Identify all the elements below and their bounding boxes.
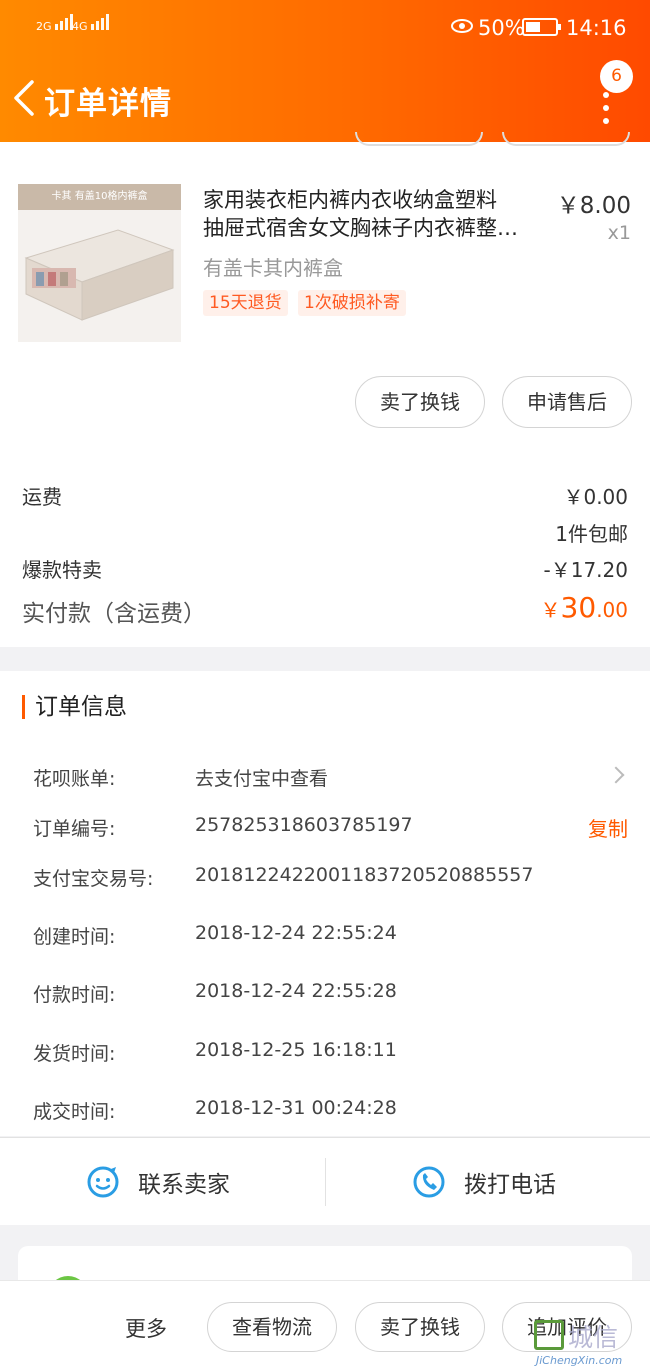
paid-time-label: 付款时间: <box>33 984 116 1006</box>
after-sales-button[interactable]: 申请售后 <box>502 376 632 428</box>
paid-time-value: 2018-12-24 22:55:28 <box>195 980 397 1002</box>
shipping-label: 运费 <box>22 485 62 509</box>
order-number-value: 257825318603785197 <box>195 814 413 836</box>
call-phone-label: 拨打电话 <box>464 1172 556 1198</box>
previous-pill-edge <box>355 132 483 146</box>
phone-icon <box>413 1166 445 1198</box>
completed-time-label: 成交时间: <box>33 1101 116 1123</box>
shipped-time-value: 2018-12-25 16:18:11 <box>195 1039 397 1061</box>
contact-bar: 联系卖家 拨打电话 <box>0 1137 650 1225</box>
order-info-section: 订单信息 花呗账单: 去支付宝中查看 订单编号: 257825318603785… <box>0 671 650 1136</box>
chat-bubble-icon <box>87 1166 119 1198</box>
network-type-label: 4G <box>72 20 88 33</box>
previous-pill-edge <box>502 132 630 146</box>
watermark-en: JiChengXin.com <box>536 1354 623 1367</box>
fee-summary: 运费 ￥0.00 1件包邮 爆款特卖 -￥17.20 实付款（含运费） ￥30.… <box>0 447 650 647</box>
divider <box>325 1158 326 1206</box>
product-name-line: 家用装衣柜内裤内衣收纳盒塑料 <box>203 188 497 212</box>
promo-value: -￥17.20 <box>543 558 628 582</box>
huabei-label: 花呗账单: <box>33 768 116 790</box>
more-button[interactable]: 更多 <box>125 1313 167 1343</box>
return-policy-tag: 15天退货 <box>203 290 288 316</box>
alipay-trade-value: 2018122422001183720520885557 <box>195 864 534 886</box>
call-phone-button[interactable]: 拨打电话 <box>412 1138 556 1226</box>
back-arrow-icon[interactable] <box>10 80 38 116</box>
damage-resend-tag: 1次破损补寄 <box>298 290 406 316</box>
more-menu-icon[interactable] <box>600 92 612 124</box>
battery-percent: 50% <box>478 16 525 40</box>
watermark-logo-icon <box>534 1320 564 1350</box>
product-price: ￥8.00 <box>556 193 631 219</box>
clock: 14:16 <box>566 16 627 40</box>
shipping-note: 1件包邮 <box>555 522 628 546</box>
eye-comfort-icon <box>451 19 473 33</box>
signal-4g-icon: 4G <box>72 14 111 32</box>
total-label: 实付款（含运费） <box>22 601 206 627</box>
resell-bottom-button[interactable]: 卖了换钱 <box>355 1302 485 1352</box>
view-logistics-button[interactable]: 查看物流 <box>207 1302 337 1352</box>
product-quantity: x1 <box>607 222 631 244</box>
storage-box-image <box>24 229 175 321</box>
product-card[interactable]: 卡其 有盖10格内裤盒 家用装衣柜内裤内衣收纳盒塑料 抽屉式宿舍女文胸袜子内衣裤… <box>0 132 650 447</box>
promo-label: 爆款特卖 <box>22 558 102 582</box>
product-name[interactable]: 家用装衣柜内裤内衣收纳盒塑料 抽屉式宿舍女文胸袜子内衣裤整… <box>203 186 553 242</box>
message-count-badge[interactable]: 6 <box>600 60 633 93</box>
watermark-cn: 城信 <box>568 1323 619 1352</box>
total-decimal: .00 <box>596 598 628 622</box>
shipped-time-label: 发货时间: <box>33 1043 116 1065</box>
chevron-right-icon[interactable] <box>607 766 625 784</box>
battery-icon <box>522 18 561 36</box>
contact-seller-button[interactable]: 联系卖家 <box>86 1138 230 1226</box>
page-title: 订单详情 <box>44 86 172 122</box>
total-amount: ￥30.00 <box>541 591 628 624</box>
app-header: 2G 4G 50% 14:16 订单详情 6 <box>0 0 650 142</box>
thumbnail-caption: 卡其 有盖10格内裤盒 <box>18 184 181 210</box>
alipay-trade-label: 支付宝交易号: <box>33 868 154 890</box>
huabei-link[interactable]: 去支付宝中查看 <box>195 764 328 791</box>
copy-button[interactable]: 复制 <box>588 813 628 842</box>
total-currency: ￥ <box>540 598 561 622</box>
completed-time-value: 2018-12-31 00:24:28 <box>195 1097 397 1119</box>
shipping-value: ￥0.00 <box>563 485 628 509</box>
created-time-label: 创建时间: <box>33 926 116 948</box>
order-number-label: 订单编号: <box>33 818 116 840</box>
contact-seller-label: 联系卖家 <box>138 1172 230 1198</box>
product-thumbnail[interactable]: 卡其 有盖10格内裤盒 <box>18 184 181 342</box>
created-time-value: 2018-12-24 22:55:24 <box>195 922 397 944</box>
signal-2g-icon: 2G <box>36 14 75 32</box>
product-spec: 有盖卡其内裤盒 <box>203 256 343 280</box>
order-info-heading: 订单信息 <box>22 695 127 719</box>
total-integer: 30 <box>560 591 597 624</box>
status-bar: 2G 4G 50% 14:16 <box>0 0 650 56</box>
resell-button[interactable]: 卖了换钱 <box>355 376 485 428</box>
network-type-label: 2G <box>36 20 52 33</box>
site-watermark: 城信 JiChengXin.com <box>534 1318 646 1370</box>
product-name-line: 抽屉式宿舍女文胸袜子内衣裤整… <box>203 216 518 240</box>
